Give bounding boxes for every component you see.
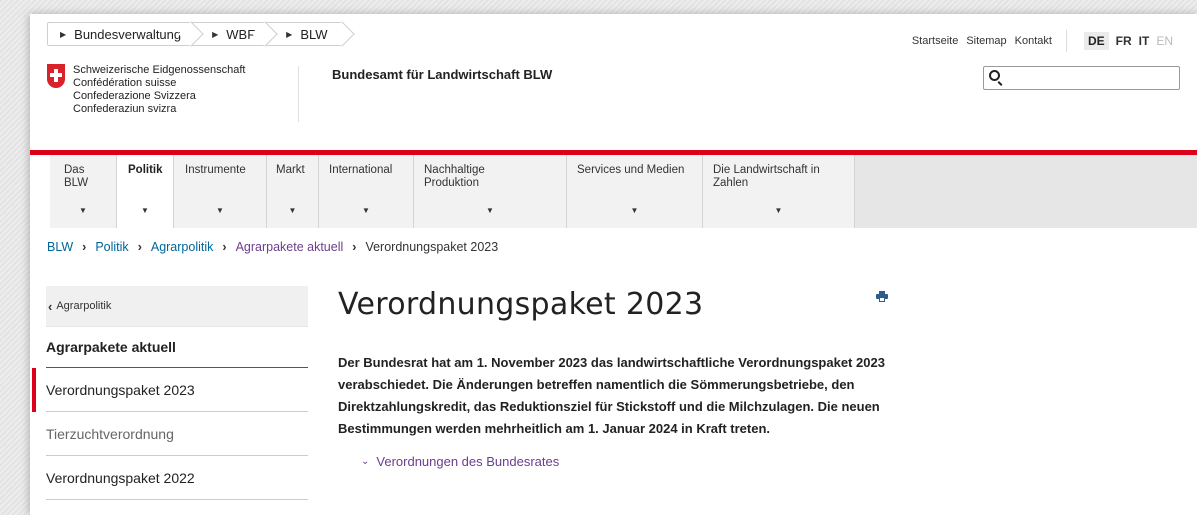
chevron-down-icon: ▼ — [362, 206, 370, 215]
nav-label: Instrumente — [185, 164, 246, 176]
lang-fr[interactable]: FR — [1116, 34, 1132, 48]
logo-text: Schweizerische Eidgenossenschaft Confédé… — [73, 64, 245, 116]
lead-paragraph: Der Bundesrat hat am 1. November 2023 da… — [338, 355, 885, 436]
startseite-link[interactable]: Startseite — [912, 35, 958, 47]
search-input[interactable] — [983, 66, 1180, 90]
nav-label: International — [329, 164, 393, 176]
search-icon — [989, 70, 1000, 81]
sidebar-item-tierzuchtverordnung[interactable]: Tierzuchtverordnung — [46, 412, 308, 456]
triangle-right-icon: ▶ — [286, 29, 293, 39]
chevron-right-icon: › — [352, 240, 357, 254]
chevron-down-icon: ▼ — [486, 206, 494, 215]
nav-landwirtschaft-in-zahlen[interactable]: Die Landwirtschaft in Zahlen ▼ — [703, 155, 855, 228]
sidebar: ‹ Agrarpolitik Agrarpakete aktuell Veror… — [32, 286, 308, 500]
nav-das-blw[interactable]: Das BLW ▼ — [50, 155, 117, 228]
crumb-label: Bundesverwaltung — [74, 26, 182, 42]
lang-de[interactable]: DE — [1083, 32, 1109, 50]
nav-label: Nachhaltige Produktion — [424, 164, 485, 189]
nav-markt[interactable]: Markt ▼ — [267, 155, 319, 228]
breadcrumb-link-agrarpolitik[interactable]: Agrarpolitik — [151, 240, 214, 254]
breadcrumb-link-politik[interactable]: Politik — [95, 240, 128, 254]
swiss-cross-icon — [47, 64, 65, 88]
chevron-down-icon: ▼ — [288, 206, 297, 215]
logo-line: Confederaziun svizra — [73, 103, 177, 115]
accordion-toggle[interactable]: ⌄ Verordnungen des Bundesrates — [361, 454, 898, 469]
breadcrumb-link-agrarpakete-aktuell[interactable]: Agrarpakete aktuell — [236, 240, 344, 254]
chevron-right-icon: › — [82, 240, 87, 254]
breadcrumb: BLW › Politik › Agrarpolitik › Agrarpake… — [47, 240, 498, 254]
utility-nav: Startseite Sitemap Kontakt DE FR IT EN — [904, 30, 1173, 52]
office-name: Bundesamt für Landwirtschaft BLW — [332, 67, 553, 82]
nav-label: Das BLW — [64, 164, 89, 189]
nav-label: Die Landwirtschaft in Zahlen — [713, 164, 820, 189]
triangle-right-icon: ▶ — [60, 29, 67, 39]
divider — [298, 66, 299, 122]
chevron-right-icon: › — [222, 240, 227, 254]
federal-breadcrumb-nav: ▶ Bundesverwaltung ▶ WBF ▶ BLW — [47, 22, 342, 46]
nav-label: Politik — [128, 164, 163, 176]
nav-services-und-medien[interactable]: Services und Medien ▼ — [567, 155, 703, 228]
nav-label: Services und Medien — [577, 164, 685, 176]
back-label: Agrarpolitik — [56, 300, 112, 312]
lang-en: EN — [1156, 34, 1173, 48]
chevron-down-icon: ▼ — [774, 206, 783, 215]
crumb-label: WBF — [226, 26, 256, 42]
logo-line: Confédération suisse — [73, 77, 177, 89]
nav-instrumente[interactable]: Instrumente ▼ — [174, 155, 267, 228]
chevron-down-icon: ▼ — [79, 206, 87, 215]
nav-politik[interactable]: Politik ▼ — [117, 155, 174, 228]
sitemap-link[interactable]: Sitemap — [966, 35, 1006, 47]
crumb-label: BLW — [300, 26, 328, 42]
page-title: Verordnungspaket 2023 — [338, 287, 704, 322]
main-navigation: Das BLW ▼ Politik ▼ Instrumente ▼ Markt … — [50, 155, 1197, 228]
kontakt-link[interactable]: Kontakt — [1015, 35, 1052, 47]
sidebar-item-verordnungspaket-2022[interactable]: Verordnungspaket 2022 — [46, 456, 308, 500]
chevron-down-icon: ⌄ — [361, 456, 370, 467]
nav-label: Markt — [276, 164, 305, 176]
swiss-confederation-logo[interactable]: Schweizerische Eidgenossenschaft Confédé… — [47, 64, 245, 116]
accordion-label: Verordnungen des Bundesrates — [376, 454, 560, 469]
main-content: Verordnungspaket 2023 Der Bundesrat hat … — [338, 287, 898, 469]
browser-page: ▶ Bundesverwaltung ▶ WBF ▶ BLW Startseit… — [30, 14, 1197, 515]
chevron-down-icon: ▼ — [216, 206, 224, 215]
nav-nachhaltige-produktion[interactable]: Nachhaltige Produktion ▼ — [414, 155, 567, 228]
triangle-right-icon: ▶ — [212, 29, 219, 39]
federal-crumb-bundesverwaltung[interactable]: ▶ Bundesverwaltung — [47, 22, 192, 46]
lang-it[interactable]: IT — [1139, 34, 1150, 48]
chevron-right-icon: › — [137, 240, 142, 254]
logo-line: Confederazione Svizzera — [73, 90, 196, 102]
chevron-down-icon: ▼ — [630, 206, 639, 215]
logo-line: Schweizerische Eidgenossenschaft — [73, 64, 246, 76]
sidebar-heading[interactable]: Agrarpakete aktuell — [46, 326, 308, 368]
nav-international[interactable]: International ▼ — [319, 155, 414, 228]
sidebar-item-verordnungspaket-2023[interactable]: Verordnungspaket 2023 — [32, 368, 308, 412]
chevron-down-icon: ▼ — [141, 206, 149, 215]
sidebar-back-link[interactable]: ‹ Agrarpolitik — [46, 286, 308, 326]
chevron-left-icon: ‹ — [48, 298, 53, 314]
breadcrumb-link-blw[interactable]: BLW — [47, 240, 73, 254]
divider — [1065, 30, 1067, 52]
breadcrumb-current: Verordnungspaket 2023 — [365, 240, 499, 254]
